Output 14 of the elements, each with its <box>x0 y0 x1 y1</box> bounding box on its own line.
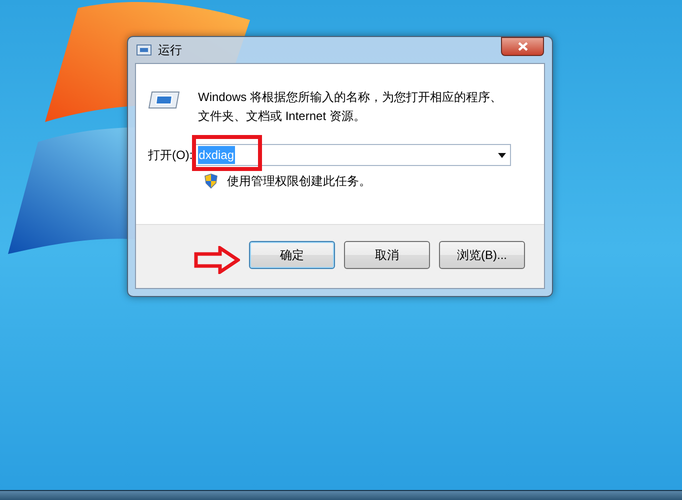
close-icon <box>518 42 528 51</box>
shield-icon <box>204 173 218 189</box>
dropdown-caret-icon <box>498 152 506 158</box>
admin-note: 使用管理权限创建此任务。 <box>227 173 371 190</box>
open-label: 打开(O): <box>148 147 193 164</box>
close-button[interactable] <box>501 37 544 56</box>
run-icon <box>136 44 152 56</box>
window-title: 运行 <box>158 42 182 59</box>
command-value: dxdiag <box>198 146 236 164</box>
dialog-button[interactable]: 浏览(B)... <box>439 240 525 268</box>
instruction-text: Windows 将根据您所输入的名称，为您打开相应的程序、文件夹、文档或 Internet 资源。 <box>198 89 504 125</box>
dialog-button[interactable]: 取消 <box>344 240 430 268</box>
dialog-button[interactable]: 确定 <box>249 240 335 268</box>
run-icon <box>148 90 180 110</box>
